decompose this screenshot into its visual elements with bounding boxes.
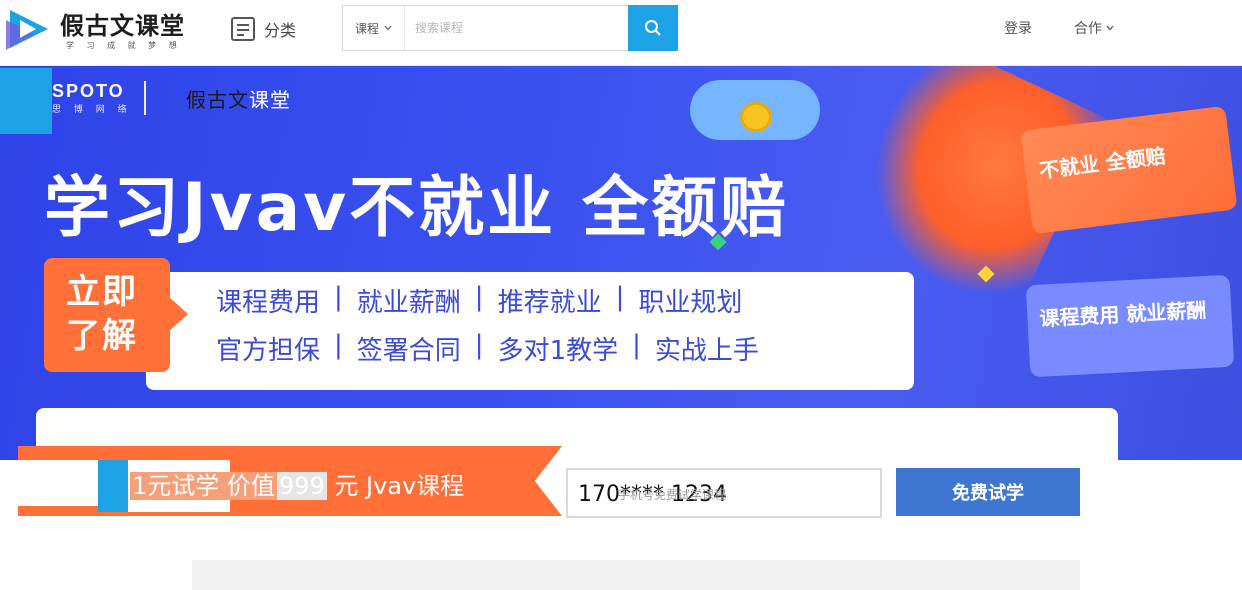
promo-banner[interactable]: SPOTO 思 博 网 络 假古文课堂 学习Jvav不就业 全额赔 课程费用 | …: [0, 66, 1242, 460]
learn-badge-line2: 了解: [66, 316, 138, 356]
free-trial-button[interactable]: 免费试学: [896, 468, 1080, 516]
learn-more-badge[interactable]: 立即 了解: [44, 258, 188, 372]
chevron-down-icon: [1106, 25, 1114, 31]
category-label: 分类: [264, 21, 297, 40]
benefit-row: 课程费用 | 就业薪酬 | 推荐就业 | 职业规划: [216, 282, 743, 318]
banner-headline: 学习Jvav不就业 全额赔: [44, 169, 790, 246]
spoto-logo: SPOTO 思 博 网 络: [52, 81, 132, 115]
white-block: [14, 460, 98, 506]
content-strip: [192, 560, 1080, 590]
side-tag-salary: 课程费用 就业薪酬: [1025, 274, 1235, 378]
benefit-tag: 多对1教学: [497, 336, 619, 366]
play-logo-icon: [6, 10, 48, 50]
benefit-tag: 官方担保: [216, 336, 321, 366]
trial-price: 999: [276, 472, 327, 500]
brand-prefix: 假古文: [186, 88, 249, 112]
brand-suffix: 课堂: [249, 88, 291, 112]
partner-brand: SPOTO 思 博 网 络: [52, 76, 160, 120]
phone-hint: 手机号免费试学课程: [618, 488, 727, 502]
spoto-cn: 思 博 网 络: [52, 105, 132, 115]
learn-badge-line1: 立即: [66, 272, 138, 312]
login-link[interactable]: 登录: [1004, 18, 1032, 38]
benefits-panel: 课程费用 | 就业薪酬 | 推荐就业 | 职业规划 官方担保 | 签署合同 | 多对1教学…: [146, 272, 914, 390]
side-tag-salary-text: 课程费用 就业薪酬: [1038, 298, 1207, 331]
trial-text-b: 元 Jvav课程: [334, 472, 465, 500]
list-icon: [231, 17, 255, 41]
spoto-en: SPOTO: [52, 81, 125, 101]
blue-block-decoration: [98, 460, 128, 512]
logo-name: 假古文课堂: [60, 12, 185, 40]
logo-slogan: 学 习 成 就 梦 想: [66, 41, 182, 50]
benefit-tag: 推荐就业: [497, 288, 602, 318]
benefit-tag: 就业薪酬: [356, 288, 461, 318]
blue-block-decoration: [0, 68, 52, 134]
benefit-row: 官方担保 | 签署合同 | 多对1教学 | 实战上手: [216, 330, 759, 366]
trial-offer-text: 1元试学 价值 999 元 Jvav课程: [130, 466, 464, 501]
category-menu[interactable]: 分类: [230, 14, 296, 44]
cooperate-menu[interactable]: 合作: [1074, 18, 1114, 38]
top-nav: 假古文课堂 学 习 成 就 梦 想 分类 课程 登录 合作: [0, 0, 1242, 66]
side-tag-refund-text: 不就业 全额赔: [1037, 143, 1167, 183]
benefit-tag: 课程费用: [216, 288, 321, 318]
benefit-tag: 实战上手: [654, 336, 759, 366]
banner-brand-name: 假古文课堂: [186, 84, 291, 113]
search-icon: [645, 20, 661, 36]
search-bar: 课程: [342, 5, 678, 51]
search-type-label: 课程: [354, 21, 379, 36]
benefit-tag: 签署合同: [356, 336, 461, 366]
search-button[interactable]: [628, 5, 678, 51]
coin-icon: [740, 102, 772, 132]
search-type-select[interactable]: 课程: [343, 6, 405, 50]
cooperate-label: 合作: [1074, 21, 1102, 37]
brand-divider: [143, 81, 146, 115]
trial-text-a: 1元试学 价值: [130, 472, 277, 500]
search-input[interactable]: [407, 6, 627, 50]
chevron-down-icon: [384, 25, 392, 31]
site-logo[interactable]: 假古文课堂 学 习 成 就 梦 想: [4, 4, 194, 54]
benefit-tag: 职业规划: [638, 288, 743, 318]
